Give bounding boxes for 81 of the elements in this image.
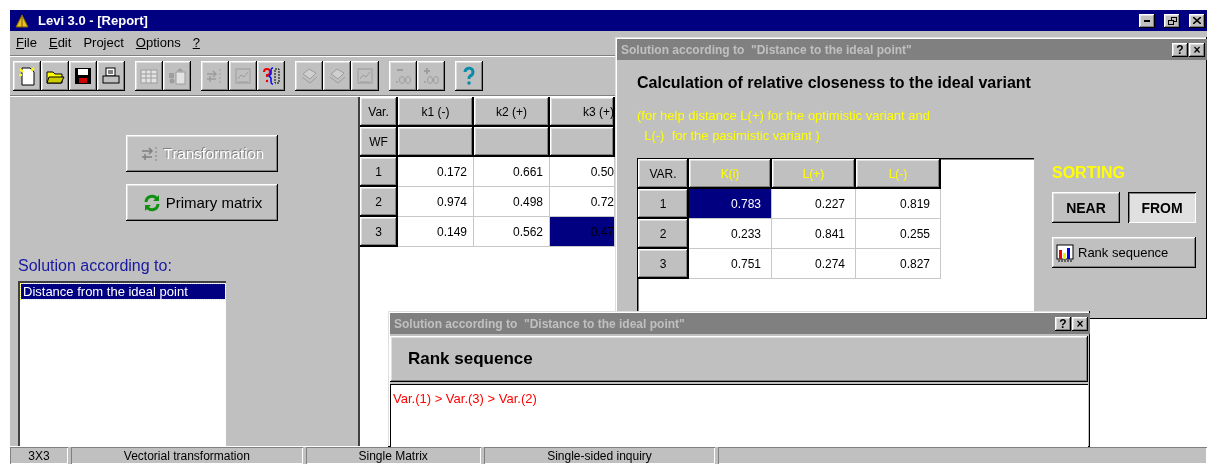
table-cell[interactable]: 0.827	[856, 249, 941, 279]
formula-icon	[261, 66, 281, 86]
note-text: (for help distance L(+) for the optimistic variant and L(-) for the pasimistic variant )	[637, 107, 931, 145]
decimal-increase-icon	[421, 66, 441, 86]
table-cell[interactable]: 0.783	[689, 189, 772, 219]
column-header: k1 (-)	[398, 97, 474, 127]
toolbar-button[interactable]	[41, 61, 69, 91]
close-button[interactable]	[1189, 13, 1205, 28]
toolbar-button[interactable]	[97, 61, 125, 91]
column-header: L(+)	[772, 159, 856, 189]
rank-sequence-button[interactable]: Rank sequence	[1052, 237, 1196, 268]
status-panel: Single Matrix	[305, 447, 481, 464]
row-header: 1	[360, 157, 398, 187]
table-icon	[139, 66, 159, 86]
table-cell[interactable]: 0.50	[550, 157, 615, 187]
status-panel: 3X3	[10, 447, 68, 464]
help-button[interactable]: ?	[1055, 316, 1071, 331]
table-cell[interactable]: 0.498	[474, 187, 550, 217]
menu-item[interactable]: Edit	[48, 35, 72, 51]
row-header: 3	[360, 217, 398, 247]
chart-icon	[355, 66, 375, 86]
table-cell[interactable]: 0.233	[689, 219, 772, 249]
column-header: k2 (+)	[474, 97, 550, 127]
menu-item[interactable]: ?	[192, 35, 200, 51]
sort-button[interactable]: FROM	[1128, 192, 1196, 223]
decimal-decrease-icon	[393, 66, 413, 86]
row-header: 2	[638, 219, 689, 249]
toolbar-button[interactable]	[13, 61, 41, 91]
restore-icon	[1167, 16, 1177, 25]
restore-button[interactable]	[1164, 13, 1180, 28]
dialog-title: Solution according to "Distance to the ideal point"	[394, 316, 686, 331]
chart-icon	[233, 66, 253, 86]
toolbar-button[interactable]	[455, 61, 483, 91]
export-document-icon	[167, 66, 187, 86]
close-button[interactable]: ×	[1072, 316, 1088, 331]
column-header: Var.	[360, 97, 398, 127]
window-title: Levi 3.0 - [Report]	[38, 13, 149, 28]
table-cell[interactable]: 0.172	[398, 157, 474, 187]
menu-item[interactable]: Options	[135, 35, 181, 51]
result-text: Var.(1) > Var.(3) > Var.(2)	[390, 384, 1088, 447]
row-header: 3	[638, 249, 689, 279]
app-logo-icon	[14, 12, 30, 29]
column-header: L(-)	[856, 159, 941, 189]
table-cell[interactable]: 0.72	[550, 187, 615, 217]
table-cell[interactable]: 0.274	[772, 249, 856, 279]
close-icon	[1193, 17, 1201, 24]
column-header: k3 (+)	[550, 97, 615, 127]
list-item[interactable]: Distance from the ideal point	[21, 284, 225, 299]
dialog-title: Solution according to "Distance to the ideal point"	[621, 42, 913, 57]
table-cell[interactable]: 0.819	[856, 189, 941, 219]
table-cell[interactable]: 0.841	[772, 219, 856, 249]
menu-item[interactable]: Project	[83, 35, 124, 51]
status-panel: Vectorial transformation	[70, 447, 303, 464]
table-cell[interactable]: 0.562	[474, 217, 550, 247]
table-cell[interactable]: 0.227	[772, 189, 856, 219]
row-header: 1	[638, 189, 689, 219]
panel-header: Rank sequence	[390, 336, 1088, 382]
status-panel: Single-sided inquiry	[483, 447, 716, 464]
toolbar-button[interactable]	[69, 61, 97, 91]
section-label: Solution according to:	[18, 257, 172, 275]
action-button[interactable]: Primary matrix	[126, 184, 278, 221]
close-button[interactable]: ×	[1189, 42, 1205, 57]
table-cell[interactable]: 0.974	[398, 187, 474, 217]
minimize-button[interactable]	[1139, 13, 1155, 28]
column-header: K(i)	[689, 159, 772, 189]
table-cell[interactable]: 0.661	[474, 157, 550, 187]
new-file-icon	[17, 66, 37, 86]
table-cell[interactable]: 0.751	[689, 249, 772, 279]
column-header: VAR.	[638, 159, 689, 189]
row-header: 2	[360, 187, 398, 217]
sorting-label: SORTING	[1052, 164, 1126, 182]
table-cell[interactable]: 0.149	[398, 217, 474, 247]
help-button[interactable]: ?	[1172, 42, 1188, 57]
menu-item[interactable]: File	[16, 35, 37, 51]
toolbar-button[interactable]	[257, 61, 285, 91]
row-header: WF	[360, 127, 398, 157]
bar-chart-icon	[1056, 243, 1074, 262]
sort-button[interactable]: NEAR	[1052, 192, 1120, 223]
table-cell[interactable]: 0.255	[856, 219, 941, 249]
dialog-heading: Calculation of relative closeness to the ideal variant	[637, 74, 1032, 92]
minimize-icon	[1144, 19, 1150, 22]
